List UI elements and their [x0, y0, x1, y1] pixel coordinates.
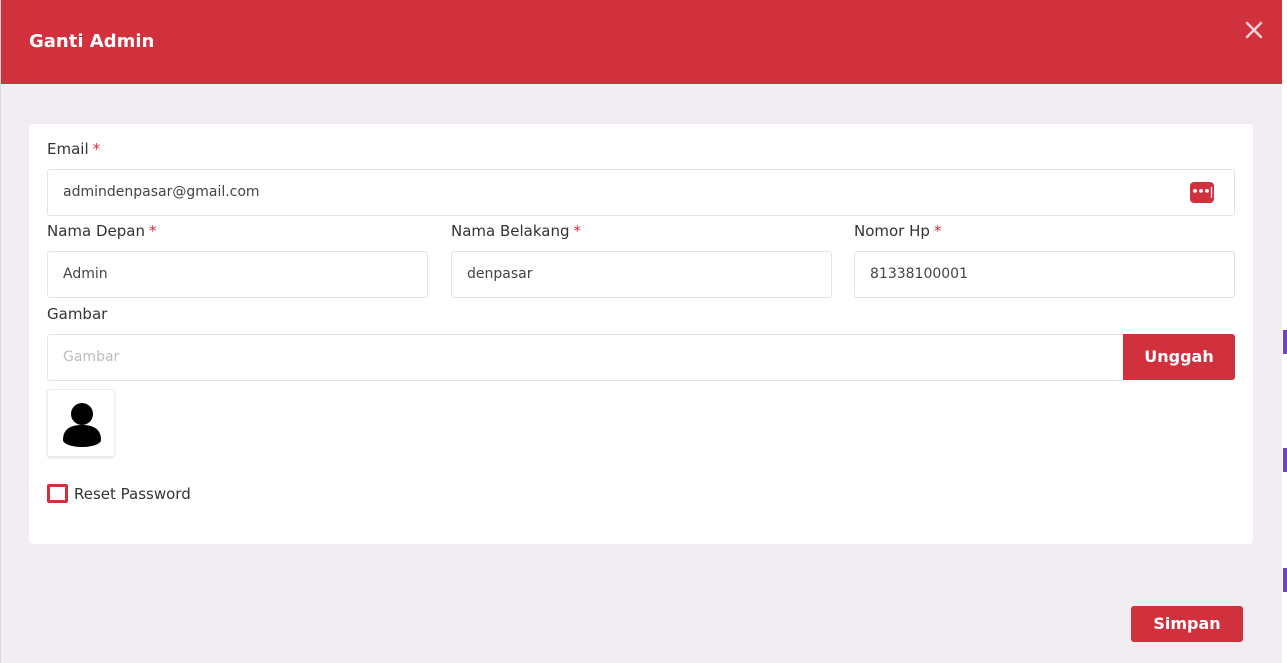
modal-header: Ganti Admin [1, 0, 1282, 84]
close-icon[interactable] [1242, 20, 1266, 44]
image-field[interactable]: Gambar [47, 334, 1124, 381]
last-name-field[interactable]: denpasar [451, 251, 832, 298]
phone-label: Nomor Hp * [854, 222, 941, 240]
email-label: Email * [47, 140, 100, 158]
phone-label-text: Nomor Hp [854, 222, 930, 240]
required-marker: * [92, 140, 101, 158]
required-marker: * [933, 222, 942, 240]
edit-admin-modal: Ganti Admin Email * admindenpasar@gmail.c… [0, 0, 1282, 663]
phone-value: 81338100001 [870, 266, 968, 282]
modal-title: Ganti Admin [29, 31, 155, 52]
first-name-field[interactable]: Admin [47, 251, 428, 298]
last-name-label-text: Nama Belakang [451, 222, 570, 240]
password-dots-icon[interactable]: •••| [1190, 182, 1214, 203]
last-name-label: Nama Belakang * [451, 222, 581, 240]
email-field[interactable]: admindenpasar@gmail.com •••| [47, 169, 1235, 216]
image-label: Gambar [47, 305, 108, 323]
form-card: Email * admindenpasar@gmail.com •••| Nama… [29, 124, 1253, 544]
first-name-label-text: Nama Depan [47, 222, 145, 240]
save-button[interactable]: Simpan [1131, 606, 1243, 642]
email-value: admindenpasar@gmail.com [63, 184, 260, 200]
user-avatar-icon [47, 389, 115, 457]
reset-password-checkbox[interactable] [47, 484, 68, 503]
email-label-text: Email [47, 140, 89, 158]
phone-field[interactable]: 81338100001 [854, 251, 1235, 298]
backdrop-marker [1283, 330, 1287, 354]
backdrop-marker [1283, 448, 1287, 472]
first-name-value: Admin [63, 266, 108, 282]
required-marker: * [148, 222, 157, 240]
user-avatar-glyph [63, 403, 101, 447]
backdrop-marker [1283, 568, 1287, 592]
backdrop [1282, 0, 1287, 663]
close-icon-glyph [1245, 21, 1263, 39]
first-name-label: Nama Depan * [47, 222, 156, 240]
required-marker: * [573, 222, 582, 240]
image-placeholder: Gambar [63, 349, 120, 365]
last-name-value: denpasar [467, 266, 533, 282]
reset-password-label[interactable]: Reset Password [74, 485, 191, 503]
upload-button[interactable]: Unggah [1123, 334, 1235, 380]
